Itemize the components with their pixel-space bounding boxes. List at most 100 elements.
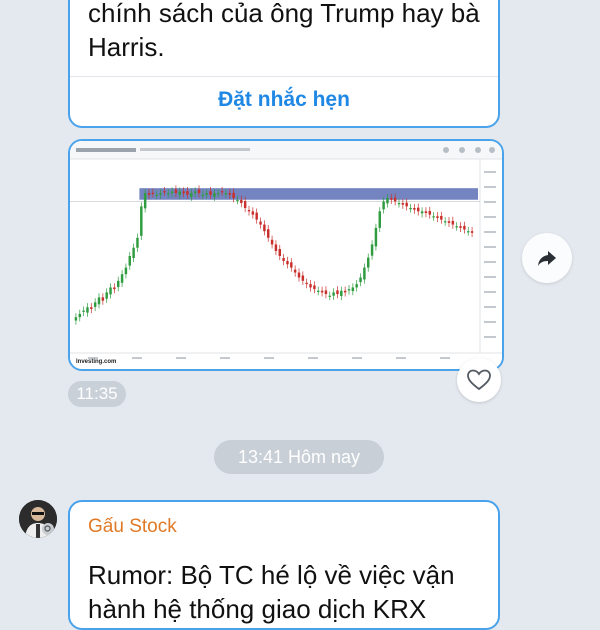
y-tick (484, 171, 496, 173)
candle (90, 307, 93, 309)
candle (220, 191, 224, 193)
candle (417, 207, 420, 212)
candle (405, 202, 408, 207)
candle (440, 215, 443, 220)
candle (105, 292, 108, 299)
candle (313, 285, 316, 290)
candle (124, 267, 128, 275)
candle (170, 191, 174, 194)
candle (355, 284, 358, 288)
candle (413, 208, 416, 210)
candle (213, 193, 216, 197)
candle (178, 191, 181, 196)
candle (259, 221, 262, 225)
candle (301, 275, 305, 281)
candle (190, 193, 193, 197)
candle (182, 191, 185, 194)
y-tick (484, 231, 496, 233)
candle (82, 310, 85, 312)
candle (443, 221, 447, 223)
candle (374, 227, 378, 247)
y-tick (484, 186, 496, 188)
candle (447, 221, 451, 223)
message-text: chính sách của ông Trump hay bà Harris. (88, 0, 480, 62)
candle (209, 191, 212, 195)
y-tick (484, 321, 496, 323)
candle (113, 287, 116, 290)
candle (309, 284, 312, 288)
candle (270, 239, 274, 245)
candle (174, 189, 178, 194)
forward-button[interactable] (522, 233, 572, 283)
candle (78, 313, 81, 318)
x-tick (396, 357, 406, 359)
candle (340, 290, 343, 297)
candle (267, 229, 270, 238)
candle (140, 206, 143, 236)
candle (74, 317, 78, 321)
candle (224, 193, 228, 195)
candle (463, 225, 466, 230)
y-tick (484, 246, 496, 248)
candle (251, 211, 255, 215)
candle (409, 208, 412, 210)
candle (132, 247, 135, 258)
y-tick (484, 276, 496, 278)
set-reminder-button[interactable]: Đặt nhắc hẹn (70, 88, 498, 112)
y-tick (484, 261, 496, 263)
candle (186, 191, 189, 195)
candle (205, 193, 208, 195)
message-time: 11:35 (68, 381, 126, 407)
candle (367, 257, 370, 268)
candle (197, 189, 201, 194)
price-chart: Investing.com (70, 141, 502, 369)
candle (436, 216, 439, 218)
candle (293, 269, 297, 273)
candle (128, 256, 131, 266)
message-bubble: chính sách của ông Trump hay bà Harris. … (68, 0, 500, 128)
candle (201, 194, 205, 196)
candle (243, 201, 247, 209)
candle (167, 193, 170, 195)
candle (143, 193, 147, 209)
heart-outline-icon (467, 369, 491, 391)
candle (343, 290, 347, 293)
forward-arrow-icon (538, 251, 556, 266)
candle (424, 211, 428, 213)
candle (163, 191, 166, 193)
candle (328, 295, 331, 297)
react-button[interactable] (457, 358, 501, 402)
sender-name[interactable]: Gấu Stock (88, 516, 177, 538)
user-avatar (19, 500, 57, 538)
candle (393, 197, 397, 202)
candle (240, 199, 243, 204)
candle (193, 191, 197, 194)
candle (378, 211, 381, 228)
candle (274, 244, 278, 252)
candle (151, 192, 155, 194)
y-tick (484, 306, 496, 308)
candle (459, 226, 462, 228)
candle (232, 192, 235, 199)
avatar[interactable] (19, 500, 57, 538)
candle (386, 198, 389, 204)
divider (70, 76, 498, 77)
candle (101, 297, 105, 301)
candle (247, 210, 251, 212)
message-bubble: Gấu Stock Rumor: Bộ TC hé lộ về việc vận… (68, 500, 500, 630)
date-separator: 13:41 Hôm nay (214, 440, 384, 474)
candle (347, 289, 351, 291)
candle (428, 210, 431, 215)
candle (451, 220, 455, 225)
candle (363, 267, 366, 280)
chart-image-message[interactable]: Investing.com (68, 139, 504, 371)
candle (236, 199, 239, 201)
candle (432, 216, 435, 218)
candle (278, 249, 281, 256)
candle (467, 231, 470, 233)
candle (255, 212, 258, 220)
candle (109, 287, 112, 295)
candle (147, 193, 151, 195)
candle (136, 237, 139, 248)
candle (397, 203, 401, 205)
